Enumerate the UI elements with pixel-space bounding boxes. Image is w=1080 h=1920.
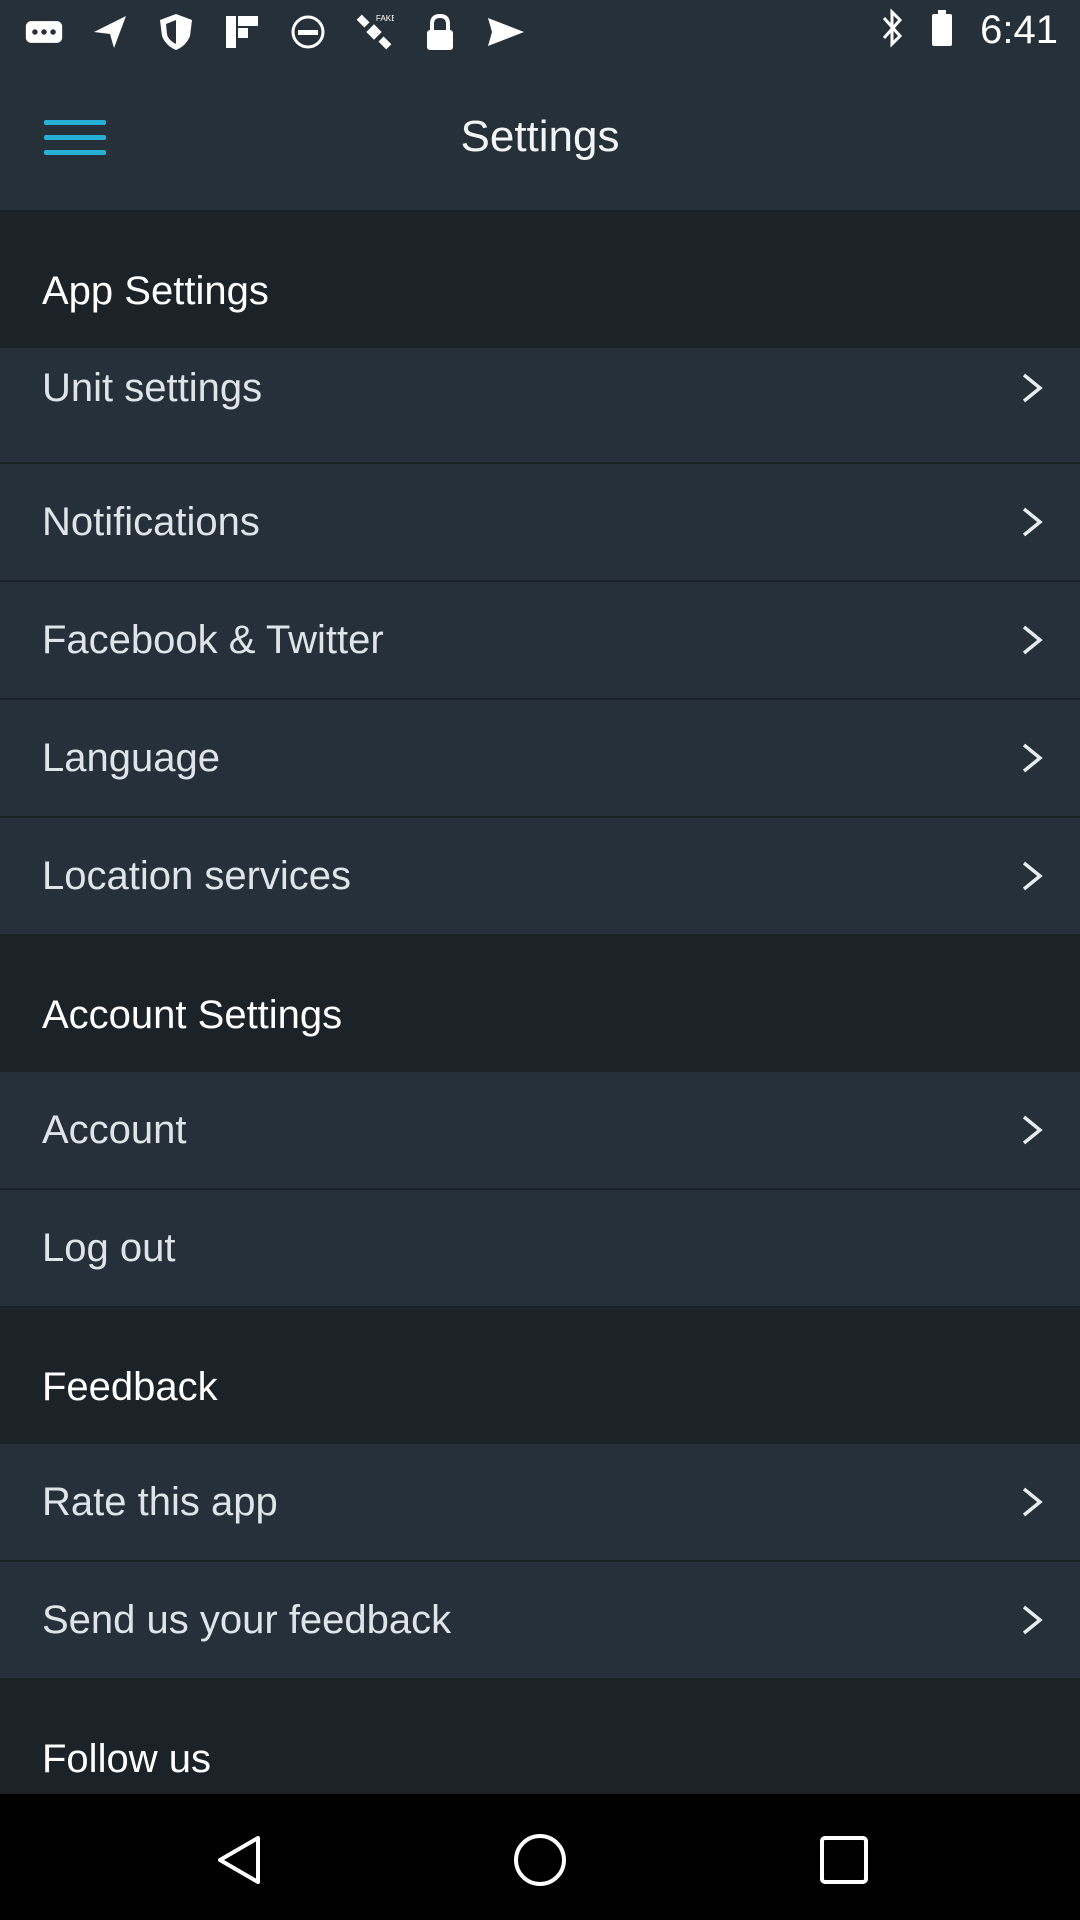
back-triangle-icon[interactable] <box>210 1832 270 1888</box>
section-header-feedback: Feedback <box>0 1308 1080 1444</box>
settings-item-send-feedback[interactable]: Send us your feedback <box>0 1562 1080 1680</box>
settings-item-label: Rate this app <box>42 1480 278 1524</box>
battery-icon <box>930 8 954 53</box>
settings-item-label: Facebook & Twitter <box>42 618 384 662</box>
no-disturb-icon <box>288 12 328 52</box>
settings-item-facebook-twitter[interactable]: Facebook & Twitter <box>0 582 1080 700</box>
shield-icon <box>156 12 196 52</box>
settings-item-log-out[interactable]: Log out <box>0 1190 1080 1308</box>
status-right: 6:41 <box>880 8 1058 53</box>
section-header-app-settings: App Settings <box>0 212 1080 348</box>
status-bar: FAKE 6:41 <box>0 0 1080 64</box>
settings-item-rate-this-app[interactable]: Rate this app <box>0 1444 1080 1562</box>
home-circle-icon[interactable] <box>510 1832 570 1888</box>
navigation-bar <box>0 1794 1080 1920</box>
hamburger-menu-icon[interactable] <box>44 116 106 160</box>
settings-item-location-services[interactable]: Location services <box>0 818 1080 936</box>
section-header-label: Follow us <box>42 1737 211 1781</box>
messages-icon <box>24 12 64 52</box>
settings-item-label: Notifications <box>42 500 260 544</box>
settings-item-unit-settings[interactable]: Unit settings <box>0 348 1080 464</box>
chevron-right-icon <box>1022 1605 1043 1635</box>
chevron-right-icon <box>1022 373 1043 403</box>
status-time: 6:41 <box>980 8 1058 52</box>
settings-list[interactable]: App Settings Unit settings Notifications… <box>0 212 1080 1794</box>
recents-square-icon[interactable] <box>814 1832 874 1888</box>
lock-icon <box>420 12 460 52</box>
settings-item-label: Language <box>42 736 220 780</box>
satellite-fake-gps-icon: FAKE <box>354 12 394 52</box>
settings-item-label: Account <box>42 1108 187 1152</box>
chevron-right-icon <box>1022 507 1043 537</box>
flipboard-icon <box>222 12 262 52</box>
status-icons: FAKE <box>24 12 526 52</box>
settings-item-label: Log out <box>42 1226 176 1270</box>
bluetooth-icon <box>880 8 904 53</box>
chevron-right-icon <box>1022 1115 1043 1145</box>
svg-text:FAKE: FAKE <box>376 14 394 23</box>
section-header-label: Feedback <box>42 1365 218 1409</box>
location-arrow-icon <box>90 12 130 52</box>
section-header-label: Account Settings <box>42 993 343 1037</box>
app-bar: Settings <box>0 64 1080 212</box>
section-header-label: App Settings <box>42 269 269 313</box>
settings-item-notifications[interactable]: Notifications <box>0 464 1080 582</box>
chevron-right-icon <box>1022 861 1043 891</box>
section-header-account-settings: Account Settings <box>0 936 1080 1072</box>
chevron-right-icon <box>1022 743 1043 773</box>
settings-item-label: Location services <box>42 854 352 898</box>
settings-item-language[interactable]: Language <box>0 700 1080 818</box>
chevron-right-icon <box>1022 625 1043 655</box>
settings-item-account[interactable]: Account <box>0 1072 1080 1190</box>
settings-item-label: Send us your feedback <box>42 1598 452 1642</box>
send-icon <box>486 12 526 52</box>
settings-item-label: Unit settings <box>42 366 263 410</box>
page-title: Settings <box>460 112 620 161</box>
section-header-follow-us: Follow us <box>0 1680 1080 1794</box>
chevron-right-icon <box>1022 1487 1043 1517</box>
